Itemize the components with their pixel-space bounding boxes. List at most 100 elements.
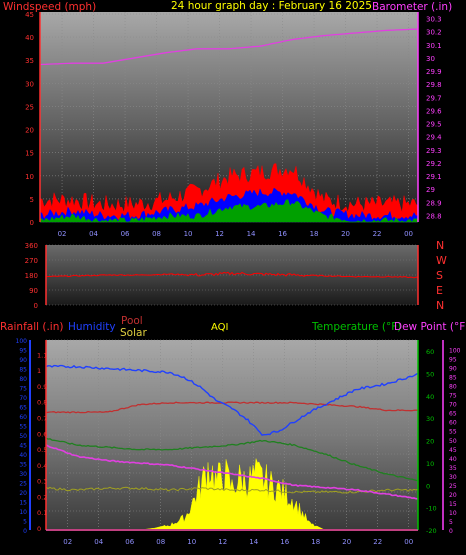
humidity-tick-label: 65 (19, 405, 27, 412)
dewpoint-tick-label: 45 (449, 447, 457, 454)
weather-24h-graph: 0 5 10 15 20 25 30 35 40 45 28.8 28.9 29 29.1 29.2 29.3… (0, 0, 466, 555)
wind-tick-label: 25 (25, 103, 34, 111)
dewpoint-tick-label: 70 (449, 402, 457, 409)
barometer-tick-label: 29.8 (426, 81, 442, 89)
humidity-tick-label: 90 (19, 357, 27, 364)
weather-chart-canvas: 05101520253035404528.828.92929.129.229.3… (0, 0, 466, 546)
humidity-tick-label: 70 (19, 395, 27, 402)
barometer-tick-label: 30.3 (426, 16, 442, 24)
barometer-tick-label: 30.1 (426, 42, 442, 50)
wind-tick-label: 5 (30, 196, 34, 204)
bottom-x-tick-label: 12 (218, 538, 227, 546)
temperature-tick-label: 0 (426, 482, 430, 490)
barometer-tick-label: 29.5 (426, 121, 442, 129)
humidity-tick-label: 20 (19, 490, 27, 497)
humidity-tick-label: 75 (19, 386, 27, 393)
dewpoint-tick-label: 100 (449, 348, 461, 355)
direction-letter-label: W (436, 254, 447, 267)
bottom-x-tick-label: 00 (404, 538, 413, 546)
humidity-tick-label: 80 (19, 376, 27, 383)
direction-tick-label: 270 (25, 257, 38, 265)
dewpoint-tick-label: 85 (449, 375, 457, 382)
direction-letter-label: S (436, 269, 443, 282)
barometer-tick-label: 29.6 (426, 107, 442, 115)
barometer-tick-label: 29.3 (426, 147, 442, 155)
aqi-label: AQI (211, 322, 229, 333)
dewpoint-tick-label: 40 (449, 456, 457, 463)
humidity-tick-label: 15 (19, 500, 27, 507)
humidity-tick-label: 30 (19, 471, 27, 478)
wind-tick-label: 40 (25, 34, 34, 42)
barometer-tick-label: 29.9 (426, 68, 442, 76)
barometer-tick-label: 29.7 (426, 94, 442, 102)
temperature-tick-label: 60 (426, 348, 434, 356)
dewpoint-tick-label: 65 (449, 411, 457, 418)
chart-title: 24 hour graph day : February 16 2025 (171, 0, 372, 12)
wind-tick-label: 10 (25, 173, 34, 181)
dewpoint-tick-label: 60 (449, 420, 457, 427)
humidity-tick-label: 50 (19, 433, 27, 440)
dewpoint-tick-label: 20 (449, 492, 457, 499)
direction-letter-label: N (436, 239, 444, 252)
temperature-tick-label: -10 (426, 505, 437, 513)
humidity-tick-label: 0 (23, 528, 27, 535)
humidity-tick-label: 35 (19, 462, 27, 469)
humidity-tick-label: 100 (16, 338, 28, 345)
bottom-x-tick-label: 08 (156, 538, 165, 546)
barometer-tick-label: 29.2 (426, 160, 442, 168)
top-x-tick-label: 02 (58, 230, 67, 238)
top-x-tick-label: 08 (152, 230, 161, 238)
humidity-axis-label: Humidity (68, 321, 116, 333)
wind-axis-label: Windspeed (mph) (3, 1, 96, 13)
rainfall-axis-label: Rainfall (.in) (0, 321, 63, 333)
temperature-tick-label: 40 (426, 393, 434, 401)
dewpoint-tick-label: 90 (449, 366, 457, 373)
dewpoint-tick-label: 15 (449, 501, 457, 508)
dewpoint-tick-label: 30 (449, 474, 457, 481)
bottom-x-tick-label: 06 (125, 538, 134, 546)
dewpoint-tick-label: 55 (449, 429, 457, 436)
dewpoint-tick-label: 80 (449, 384, 457, 391)
barometer-tick-label: 29 (426, 186, 435, 194)
bottom-x-tick-label: 14 (249, 538, 258, 546)
wind-tick-label: 15 (25, 150, 34, 158)
top-x-tick-label: 22 (373, 230, 382, 238)
dewpoint-tick-label: 25 (449, 483, 457, 490)
dewpoint-tick-label: 35 (449, 465, 457, 472)
barometer-axis-label: Barometer (.in) (372, 1, 452, 13)
rainfall-tick-label: 1 (37, 367, 41, 375)
top-x-tick-label: 12 (215, 230, 224, 238)
wind-tick-label: 20 (25, 127, 34, 135)
barometer-tick-label: 29.4 (426, 134, 442, 142)
top-x-tick-label: 06 (121, 230, 130, 238)
top-x-tick-label: 14 (247, 230, 256, 238)
pool-label: Pool (121, 315, 143, 327)
top-x-tick-label: 18 (310, 230, 319, 238)
direction-tick-label: 180 (25, 272, 38, 280)
humidity-tick-label: 5 (23, 519, 27, 526)
temperature-tick-label: 50 (426, 371, 434, 379)
humidity-tick-label: 45 (19, 443, 27, 450)
direction-letter-label: N (436, 299, 444, 312)
solar-label: Solar (120, 327, 147, 339)
temperature-tick-label: 30 (426, 415, 434, 423)
barometer-tick-label: 29.1 (426, 173, 442, 181)
barometer-tick-label: 28.9 (426, 199, 442, 207)
top-x-tick-label: 04 (89, 230, 98, 238)
temperature-tick-label: 10 (426, 460, 434, 468)
humidity-tick-label: 40 (19, 452, 27, 459)
humidity-tick-label: 55 (19, 424, 27, 431)
temperature-tick-label: -20 (426, 527, 437, 535)
direction-tick-label: 90 (29, 287, 38, 295)
dewpoint-tick-label: 75 (449, 393, 457, 400)
bottom-x-tick-label: 22 (373, 538, 382, 546)
barometer-tick-label: 28.8 (426, 212, 442, 220)
wind-tick-label: 30 (25, 80, 34, 88)
top-x-tick-label: 16 (278, 230, 287, 238)
direction-letter-label: E (436, 284, 443, 297)
bottom-x-tick-label: 20 (342, 538, 351, 546)
barometer-tick-label: 30.2 (426, 29, 442, 37)
dewpoint-tick-label: 95 (449, 357, 457, 364)
top-x-tick-label: 10 (184, 230, 193, 238)
direction-tick-label: 0 (34, 302, 38, 310)
